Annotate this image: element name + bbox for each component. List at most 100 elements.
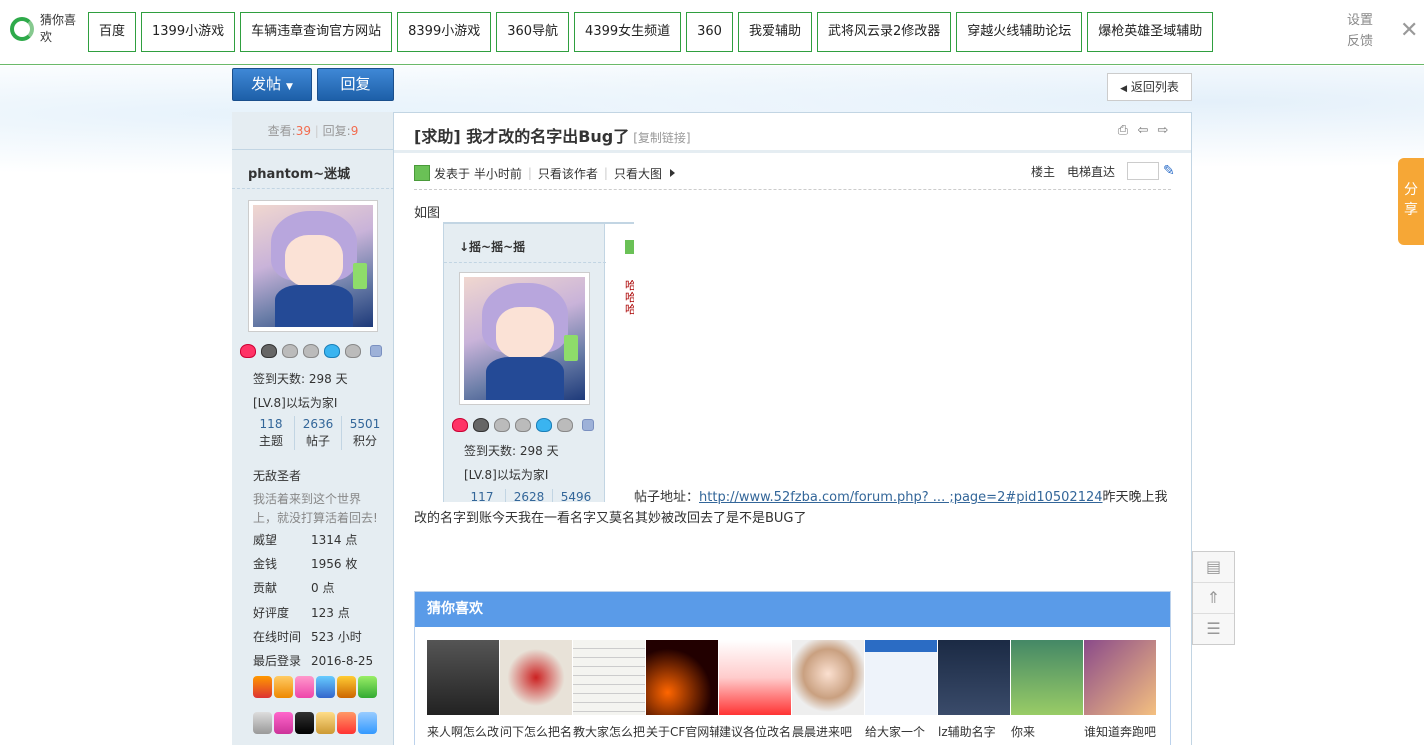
feedback-link[interactable]: 反馈 [1340,31,1380,52]
comment-icon[interactable]: ▤ [1193,552,1234,583]
close-icon[interactable]: ✕ [1400,18,1418,44]
attached-screenshot[interactable]: ↓摇~摇~摇 签到天数: 298 天 [LV.8]以坛为家I 117 2628 … [443,222,634,502]
diamond-icon[interactable] [303,344,319,358]
floor-tools: 楼主 电梯直达 ✎ [1031,162,1177,180]
badge-icon[interactable] [295,712,314,734]
author-name[interactable]: phantom~迷城 [248,163,350,182]
new-post-button[interactable]: 发帖 ▼ [232,68,312,101]
back-to-top-icon[interactable]: ⇑ [1193,583,1234,614]
badge-icon[interactable] [295,676,314,698]
replies-label: 回复: [322,124,351,138]
badge-icon[interactable] [337,712,356,734]
thumbnail[interactable] [719,640,791,715]
guess-title[interactable]: 来人啊怎么改 [427,723,500,740]
thumbnail[interactable] [646,640,718,715]
chip-link[interactable]: 4399女生频道 [574,12,682,52]
guess-title[interactable]: 给大家一个 [865,723,938,740]
floor-number-input[interactable] [1127,162,1160,180]
count-topics[interactable]: 118 主题 [248,416,295,450]
chip-link[interactable]: 穿越火线辅助论坛 [956,12,1083,52]
prev-thread-icon[interactable]: ⇦ [1136,124,1150,138]
thumbnail[interactable] [427,640,499,715]
badge-icon[interactable] [316,712,335,734]
settings-link[interactable]: 设置 [1340,10,1380,31]
avatar[interactable] [248,200,378,332]
guess-title[interactable]: 建议各位改名 [719,723,792,740]
user-title: 无敌圣者 [253,469,302,483]
guess-title[interactable]: lz辅助名字 [938,723,1011,740]
only-author-link[interactable]: 只看该作者 [538,165,598,182]
chip-link[interactable]: 车辆违章查询官方网站 [240,12,393,52]
guess-title[interactable]: 你来 [1011,723,1084,740]
chip-link[interactable]: 360 [686,12,733,52]
share-tab[interactable]: 分享 [1398,158,1424,245]
posted-time: 发表于 半小时前 [434,166,522,181]
post-meta: 发表于 半小时前 | 只看该作者 | 只看大图 [414,163,675,183]
chip-link[interactable]: 8399小游戏 [397,12,492,52]
guess-title[interactable]: 问下怎么把名 [500,723,573,740]
diamond-icon[interactable] [324,344,340,358]
thumbnail[interactable] [792,640,864,715]
badge-icon[interactable] [253,676,272,698]
medal-icon[interactable] [261,344,277,358]
count-points[interactable]: 5501 积分 [342,416,388,450]
thumbnail[interactable] [865,640,937,715]
thumbnail[interactable] [500,640,572,715]
stat-row: 好评度 123 点 [253,606,350,620]
badge-icon[interactable] [316,676,335,698]
guess-title[interactable]: 教大家怎么把 [573,723,646,740]
chip-link[interactable]: 爆枪英雄圣域辅助 [1087,12,1214,52]
badge-icon[interactable] [274,676,293,698]
guess-logo[interactable]: 猜你喜欢 [10,12,80,52]
badge-icon[interactable] [253,712,272,734]
guess-title[interactable]: 晨晨进来吧 [792,723,865,740]
views-label: 查看: [267,124,296,138]
only-big-image-link[interactable]: 只看大图 [614,165,662,182]
chip-link[interactable]: 360导航 [496,12,570,52]
user-level[interactable]: [LV.8]以坛为家I [253,394,337,411]
embedded-online-icon [625,240,634,254]
chip-link[interactable]: 百度 [88,12,137,52]
elevator-label: 电梯直达 [1067,164,1116,179]
thumbnail[interactable] [938,640,1010,715]
rank-medals [240,344,382,358]
copy-link[interactable]: [复制链接] [633,131,690,145]
back-to-list-button[interactable]: ◀ 返回列表 [1107,73,1192,101]
thumbnail[interactable] [1084,640,1156,715]
chip-link[interactable]: 我爱辅助 [737,12,812,52]
diamond-icon [515,418,531,432]
guess-title[interactable]: 谁知道奔跑吧 [1084,723,1157,740]
logo-ring-icon [10,17,34,41]
reply-button[interactable]: 回复 [317,68,394,101]
list-icon[interactable]: ☰ [1193,614,1234,645]
caret-right-icon [669,169,675,177]
replies-count: 9 [350,124,359,138]
help-icon[interactable] [370,345,382,357]
embedded-sidebar: ↓摇~摇~摇 签到天数: 298 天 [LV.8]以坛为家I 117 2628 … [443,224,606,502]
embedded-avatar [459,272,590,405]
guess-title[interactable]: 关于CF官网辅 [646,723,719,740]
diamond-icon[interactable] [345,344,361,358]
chip-link[interactable]: 1399小游戏 [141,12,236,52]
thread-stats: 查看:39 | 回复:9 [232,112,394,150]
badge-icon[interactable] [358,712,377,734]
badge-icon[interactable] [337,676,356,698]
back-to-list-label: 返回列表 [1130,80,1179,94]
print-icon[interactable]: ⎙ [1116,124,1130,138]
thread-link[interactable]: http://www.52fzba.com/forum.php? ... ;pa… [699,490,1103,505]
badge-icon[interactable] [274,712,293,734]
count-posts[interactable]: 2636 帖子 [295,416,342,450]
go-floor-icon[interactable]: ✎ [1163,163,1177,179]
diamond-icon[interactable] [282,344,298,358]
next-thread-icon[interactable]: ⇨ [1156,124,1170,138]
badge-icon[interactable] [358,676,377,698]
title-divider [394,150,1191,153]
medal-icon [452,418,468,432]
thumbnail[interactable] [573,640,645,715]
chip-link[interactable]: 武将风云录2修改器 [816,12,952,52]
stat-row: 金钱 1956 枚 [253,557,358,571]
medal-icon[interactable] [240,344,256,358]
diamond-icon [557,418,573,432]
post-body-intro: 如图 [414,206,441,221]
thumbnail[interactable] [1011,640,1083,715]
